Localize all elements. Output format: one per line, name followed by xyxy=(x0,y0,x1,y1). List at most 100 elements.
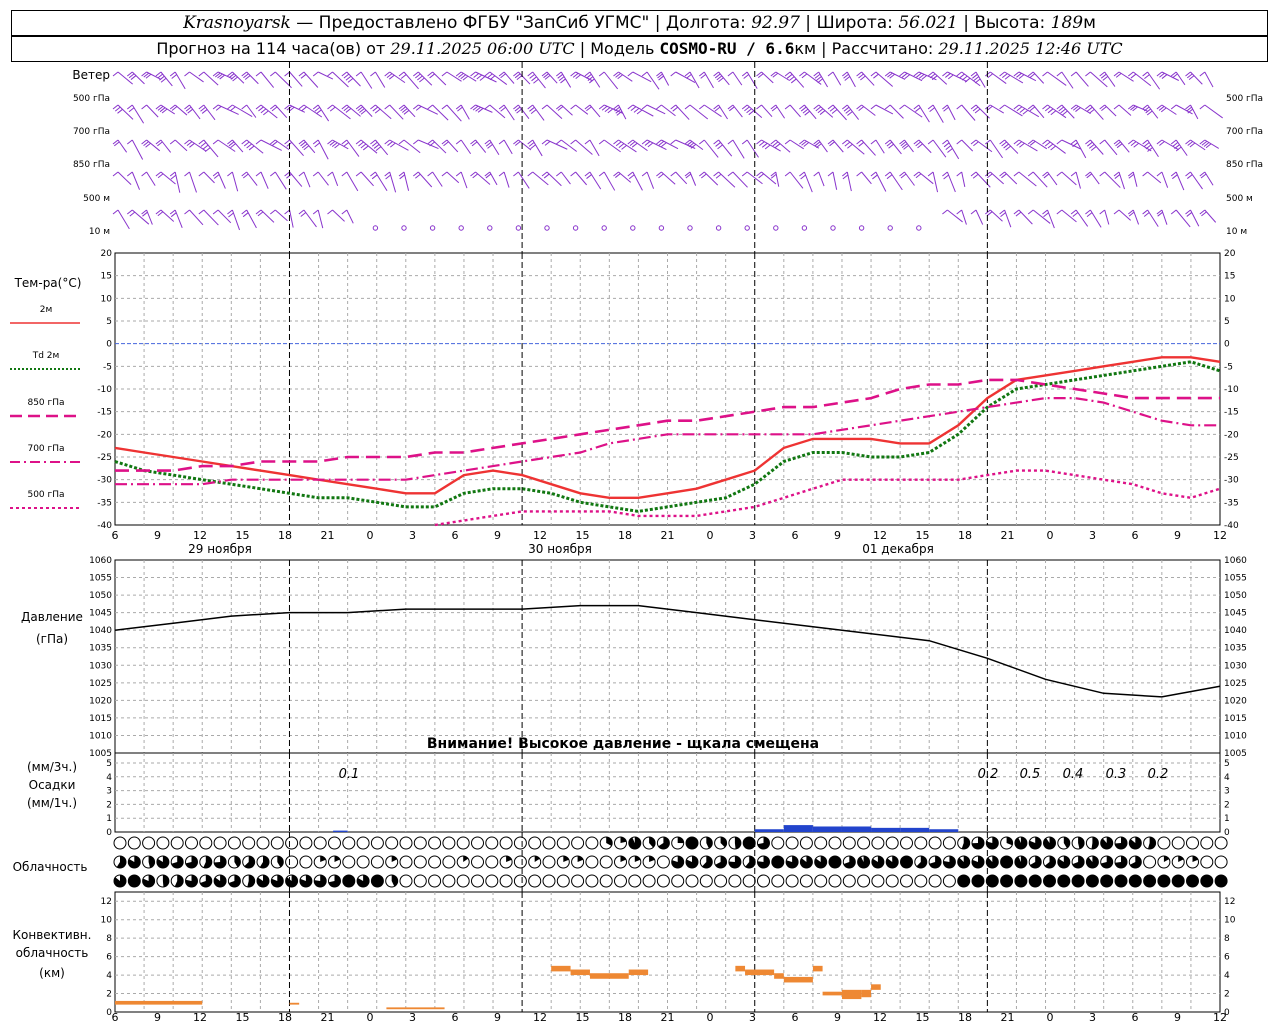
conv-cloud-bar xyxy=(774,973,784,979)
cloud-cover-symbol xyxy=(170,836,184,850)
wind-barb-feather xyxy=(1016,141,1022,147)
wind-barb-feather xyxy=(607,108,614,114)
precip-amount-label: 0.1 xyxy=(339,767,360,782)
precip-ytick-right: 5 xyxy=(1224,759,1230,769)
wind-barb xyxy=(1118,209,1131,221)
wind-barb-feather xyxy=(698,71,705,77)
wind-barb-feather xyxy=(1027,171,1034,177)
hour-tick: 0 xyxy=(707,529,714,542)
wind-barb xyxy=(946,139,960,160)
wind-barb xyxy=(546,104,563,119)
wind-barb xyxy=(975,209,984,225)
wind-barb-feather xyxy=(888,143,894,149)
wind-barb xyxy=(704,104,722,117)
cloud-cover-symbol xyxy=(685,874,699,888)
wind-barb-feather xyxy=(843,106,850,112)
wind-barb-feather xyxy=(159,75,165,81)
wind-barb xyxy=(446,171,460,184)
hour-tick: 3 xyxy=(749,529,756,542)
wind-barb xyxy=(146,171,156,186)
precip-ytick-right: 3 xyxy=(1224,787,1230,797)
pressure-warning: Внимание! Высокое давление - щкала смеще… xyxy=(427,736,819,752)
precip-ytick-right: 2 xyxy=(1224,800,1230,810)
conv-hour-tick: 0 xyxy=(1047,1011,1054,1024)
wind-barb-feather xyxy=(355,71,362,77)
wind-barb-feather xyxy=(1056,209,1063,215)
wind-barb-feather xyxy=(487,73,493,79)
temp-ytick-right: 0 xyxy=(1224,340,1230,350)
cloud-cover-symbol xyxy=(656,855,670,869)
pressure-ytick: 1055 xyxy=(89,574,112,584)
wind-barb-feather xyxy=(345,75,352,81)
legend-label: Td 2м xyxy=(32,351,60,361)
conv-ytick: 4 xyxy=(106,971,112,981)
cloud-cover-symbol xyxy=(928,836,942,850)
wind-barb xyxy=(1075,171,1081,189)
wind-barb-feather xyxy=(700,73,706,79)
wind-barb-feather xyxy=(327,71,333,77)
wind-barb-feather xyxy=(970,139,977,145)
wind-barb-feather xyxy=(1090,146,1097,151)
wind-barb xyxy=(332,209,345,222)
wind-barb-feather xyxy=(541,104,548,110)
wind-barb-feather xyxy=(385,174,391,180)
wind-barb-feather xyxy=(1001,141,1007,147)
wind-barb-feather xyxy=(641,71,648,77)
wind-barb xyxy=(517,171,530,189)
cloud-cover-symbol xyxy=(399,836,413,850)
cloud-cover-symbol xyxy=(528,874,542,888)
conv-hour-tick: 15 xyxy=(916,1011,930,1024)
wind-barb-feather xyxy=(670,104,677,110)
wind-barb-feather xyxy=(541,171,548,177)
wind-barb-feather xyxy=(698,104,705,110)
wind-barb-feather xyxy=(1186,174,1193,179)
wind-barb-feather xyxy=(228,212,234,218)
precip-amount-label: 0.3 xyxy=(1106,767,1127,782)
hour-tick: 12 xyxy=(1213,529,1227,542)
cloud-cover-symbol xyxy=(757,874,770,888)
calm-wind-marker xyxy=(858,225,865,231)
pressure-ytick-right: 1010 xyxy=(1224,731,1247,741)
precip-bar xyxy=(333,830,348,832)
hour-tick: 0 xyxy=(1047,529,1054,542)
wind-barb-feather xyxy=(327,104,333,110)
wind-barb-feather xyxy=(204,147,211,153)
cloud-cover-symbol xyxy=(771,874,785,888)
wind-barb-feather xyxy=(1004,74,1011,80)
cloud-cover-fill xyxy=(628,836,641,850)
cloud-cover-symbol xyxy=(556,836,570,850)
wind-barb xyxy=(489,104,506,119)
wind-barb-feather xyxy=(964,77,971,83)
cloud-cover-symbol xyxy=(914,836,928,850)
wind-barb-feather xyxy=(744,106,750,112)
precip-panel: 5 5 4 4 3 3 2 2 1 1 0 0 (мм/3ч.) Осадки (мм/1ч.) 0.… xyxy=(27,752,1230,838)
wind-barb-feather xyxy=(827,104,834,110)
pressure-title: Давление xyxy=(21,610,83,624)
wind-barb-feather xyxy=(1060,108,1066,114)
wind-barb-feather xyxy=(929,107,935,113)
cloud-cover-symbol xyxy=(542,874,556,888)
pressure-ytick: 1015 xyxy=(89,714,112,724)
conv-cloud-bar xyxy=(871,984,881,990)
wind-barb-feather xyxy=(260,108,267,114)
wind-barb-feather xyxy=(870,71,877,77)
wind-barb-feather xyxy=(269,171,276,177)
cloud-cover-symbol xyxy=(828,874,842,888)
convective-panel: 12 12 10 10 8 8 6 6 4 4 2 2 0 0 Конвективн. облачност… xyxy=(13,891,1236,1024)
wind-barb-feather xyxy=(615,141,622,147)
wind-barb-feather xyxy=(1013,104,1020,110)
cloud-cover-symbol xyxy=(742,874,756,888)
wind-barb-feather xyxy=(974,108,981,114)
precip-ytick: 1 xyxy=(106,814,112,824)
wind-barb-feather xyxy=(873,73,879,79)
wind-barb xyxy=(560,171,571,185)
cloud-cover-symbol xyxy=(471,855,484,869)
wind-barb-feather xyxy=(417,75,423,81)
wind-barb-feather xyxy=(300,212,307,217)
cloud-cover-symbol xyxy=(799,874,813,888)
wind-barb-feather xyxy=(200,142,207,147)
wind-barb xyxy=(961,139,974,152)
wind-barb-feather xyxy=(1199,71,1206,77)
wind-barb-feather xyxy=(484,71,491,77)
wind-barb xyxy=(532,171,549,186)
